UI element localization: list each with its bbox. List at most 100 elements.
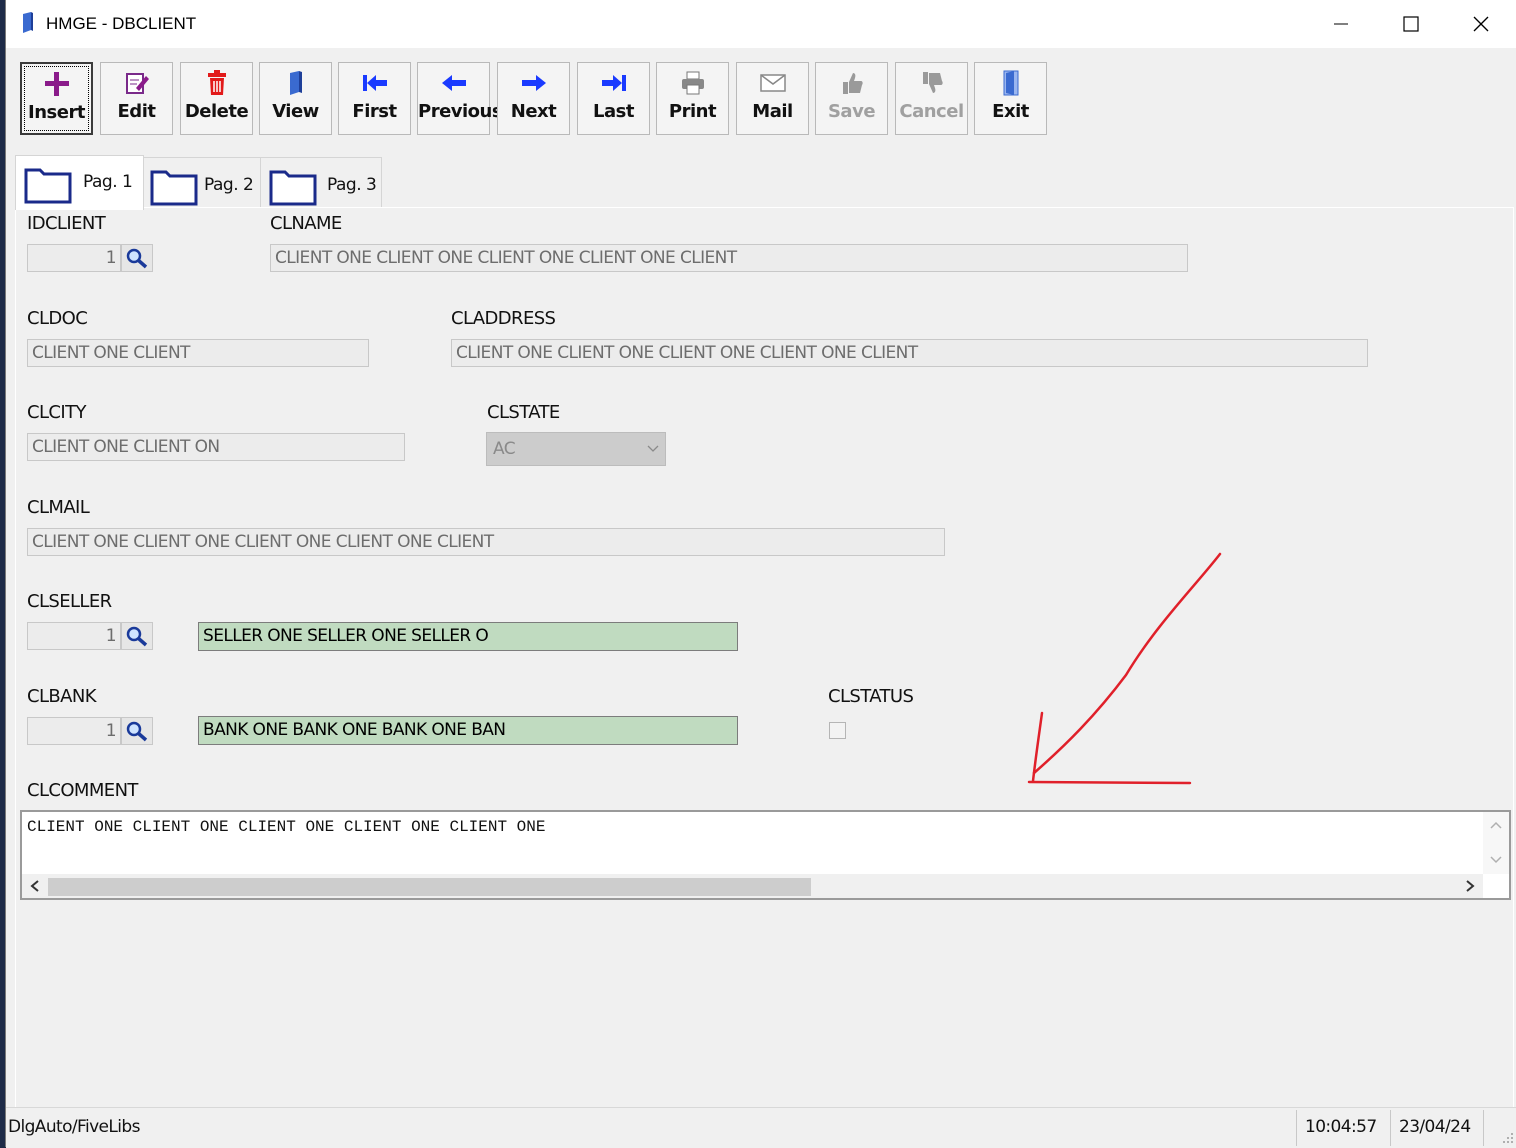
clname-label: CLNAME [270, 213, 342, 234]
clcomment-memo[interactable]: CLIENT ONE CLIENT ONE CLIENT ONE CLIENT … [20, 810, 1511, 900]
delete-label: Delete [184, 101, 249, 122]
status-date: 23/04/24 [1399, 1117, 1471, 1137]
clcomment-text: CLIENT ONE CLIENT ONE CLIENT ONE CLIENT … [27, 818, 546, 836]
chevron-right-icon [1466, 880, 1475, 892]
book-icon [289, 71, 302, 95]
thumbs-up-icon [842, 73, 863, 94]
arrow-left-icon [441, 75, 466, 91]
folder-icon [24, 168, 72, 204]
cancel-label: Cancel [899, 101, 964, 122]
arrow-right-icon [521, 75, 546, 91]
close-button[interactable] [1446, 0, 1516, 48]
folder-icon [269, 170, 317, 206]
status-time: 10:04:57 [1305, 1117, 1377, 1137]
clcity-label: CLCITY [27, 402, 86, 423]
clmail-label: CLMAIL [27, 497, 90, 518]
clstate-label: CLSTATE [487, 402, 560, 423]
edit-label: Edit [117, 101, 156, 122]
last-button[interactable]: Last [577, 62, 650, 135]
chevron-left-icon [30, 880, 39, 892]
next-button[interactable]: Next [497, 62, 570, 135]
clbank-lookup-button[interactable] [121, 717, 153, 745]
cldoc-field[interactable]: CLIENT ONE CLIENT [27, 339, 369, 367]
next-label: Next [510, 101, 557, 122]
magnifier-icon [126, 721, 148, 742]
clstatus-checkbox[interactable] [829, 722, 846, 739]
window-title: HMGE - DBCLIENT [46, 14, 197, 33]
envelope-icon [759, 74, 786, 92]
edit-button[interactable]: Edit [100, 62, 173, 135]
first-record-icon [362, 75, 387, 91]
previous-label: Previous [418, 101, 503, 122]
insert-label: Insert [28, 102, 85, 123]
save-button[interactable]: Save [815, 62, 888, 135]
mail-button[interactable]: Mail [736, 62, 809, 135]
idclient-lookup-button[interactable] [121, 244, 153, 272]
magnifier-icon [126, 248, 148, 269]
print-label: Print [668, 101, 717, 122]
tab-pag-3[interactable]: Pag. 3 [260, 157, 382, 208]
status-bar: DlgAuto/FiveLibs 10:04:57 23/04/24 [6, 1107, 1516, 1148]
print-button[interactable]: Print [656, 62, 729, 135]
tab-pag-2[interactable]: Pag. 2 [141, 157, 263, 208]
exit-label: Exit [992, 101, 1029, 122]
clcomment-label: CLCOMMENT [27, 780, 138, 801]
title-bar: HMGE - DBCLIENT [6, 0, 1516, 48]
save-label: Save [827, 101, 876, 122]
minimize-button[interactable] [1306, 0, 1376, 48]
folder-icon [150, 170, 198, 206]
delete-button[interactable]: Delete [180, 62, 253, 135]
tab-label: Pag. 2 [204, 175, 254, 195]
memo-scroll-thumb[interactable] [48, 878, 811, 896]
edit-icon [125, 73, 149, 94]
cancel-button[interactable]: Cancel [895, 62, 968, 135]
clstate-select[interactable]: AC [486, 432, 666, 466]
tab-label: Pag. 3 [327, 175, 377, 195]
annotation-arrow [1027, 552, 1222, 785]
resize-grip-icon[interactable] [1502, 1132, 1514, 1144]
claddress-field[interactable]: CLIENT ONE CLIENT ONE CLIENT ONE CLIENT … [451, 339, 1368, 367]
clname-field[interactable]: CLIENT ONE CLIENT ONE CLIENT ONE CLIENT … [270, 244, 1188, 272]
memo-horizontal-scrollbar[interactable] [22, 874, 1483, 898]
chevron-up-icon [1490, 821, 1502, 829]
previous-button[interactable]: Previous [417, 62, 503, 135]
last-label: Last [593, 101, 634, 122]
memo-vertical-scrollbar[interactable] [1483, 812, 1509, 874]
plus-icon [44, 72, 69, 96]
clbank-description: BANK ONE BANK ONE BANK ONE BAN [198, 716, 738, 745]
last-record-icon [601, 75, 626, 91]
exit-button[interactable]: Exit [974, 62, 1047, 135]
clstatus-label: CLSTATUS [828, 686, 914, 707]
clstate-value: AC [493, 439, 516, 459]
door-exit-icon [1003, 70, 1018, 96]
status-separator [1390, 1110, 1391, 1146]
tab-label: Pag. 1 [83, 172, 133, 192]
first-button[interactable]: First [338, 62, 411, 135]
app-icon [20, 12, 36, 39]
idclient-field[interactable]: 1 [27, 244, 121, 272]
clseller-label: CLSELLER [27, 591, 112, 612]
chevron-down-icon [647, 445, 659, 452]
insert-button[interactable]: Insert [20, 62, 93, 135]
chevron-down-icon [1490, 856, 1502, 864]
printer-icon [681, 71, 704, 95]
clbank-field[interactable]: 1 [27, 717, 121, 745]
clseller-lookup-button[interactable] [121, 622, 153, 650]
maximize-button[interactable] [1376, 0, 1446, 48]
minimize-icon [1334, 23, 1348, 25]
clmail-field[interactable]: CLIENT ONE CLIENT ONE CLIENT ONE CLIENT … [27, 528, 945, 556]
tab-pag-1[interactable]: Pag. 1 [15, 155, 144, 210]
claddress-label: CLADDRESS [451, 308, 556, 329]
clseller-field[interactable]: 1 [27, 622, 121, 650]
close-icon [1473, 16, 1489, 32]
maximize-icon [1403, 16, 1419, 32]
clcity-field[interactable]: CLIENT ONE CLIENT ON [27, 433, 405, 461]
status-separator [1296, 1110, 1297, 1146]
view-label: View [272, 101, 319, 122]
view-button[interactable]: View [259, 62, 332, 135]
trash-icon [207, 70, 226, 95]
status-separator [1483, 1110, 1484, 1146]
cldoc-label: CLDOC [27, 308, 88, 329]
magnifier-icon [126, 626, 148, 647]
app-window: HMGE - DBCLIENT Insert Edit Delete View … [5, 0, 1516, 1148]
